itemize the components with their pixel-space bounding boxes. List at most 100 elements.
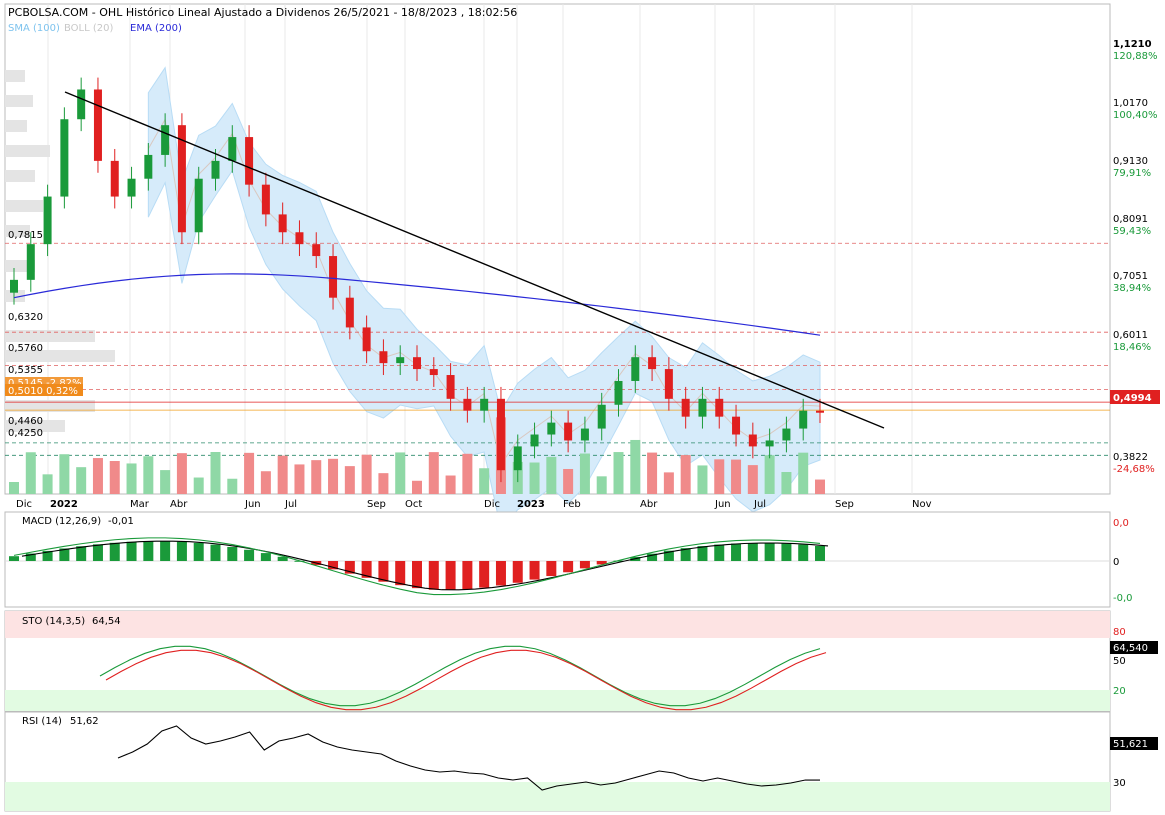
candle-body bbox=[26, 244, 35, 280]
candle-body bbox=[228, 137, 237, 161]
macd-bar bbox=[563, 561, 574, 573]
stock-chart: PCBOLSA.COM - OHL Histórico Lineal Ajust… bbox=[4, 3, 1160, 812]
macd-bar bbox=[176, 541, 187, 561]
macd-bar bbox=[193, 542, 204, 561]
volume-bar bbox=[479, 468, 490, 494]
x-label-dic1: Dic bbox=[16, 499, 32, 510]
price-tick-5: 0,7051 bbox=[1113, 271, 1148, 282]
volume-bar bbox=[328, 458, 339, 494]
price-pct-3: 79,91% bbox=[1113, 168, 1151, 179]
macd-bar bbox=[714, 544, 725, 561]
macd-bar bbox=[798, 544, 809, 561]
candle-body bbox=[765, 440, 774, 447]
price-pct-1: 120,88% bbox=[1113, 51, 1158, 62]
x-label-jun: Jun bbox=[244, 499, 261, 510]
volume-bar bbox=[227, 478, 238, 494]
volume-bar bbox=[277, 455, 288, 494]
rsi-last: 51,621 bbox=[1113, 739, 1148, 750]
volume-bar bbox=[260, 471, 271, 494]
macd-bar bbox=[495, 561, 506, 586]
macd-bar bbox=[412, 561, 422, 589]
volume-bar bbox=[378, 473, 389, 494]
macd-bar bbox=[143, 541, 154, 561]
price-tick-3: 0,9130 bbox=[1113, 156, 1148, 167]
volume-bar bbox=[294, 464, 305, 494]
volume-bar bbox=[344, 466, 355, 494]
volume-bar bbox=[42, 474, 53, 494]
volume-bar bbox=[361, 454, 372, 494]
volume-bar bbox=[663, 472, 674, 494]
sto-last: 64,540 bbox=[1113, 643, 1148, 654]
sto-tick-80: 80 bbox=[1113, 627, 1126, 638]
price-pct-4: 59,43% bbox=[1113, 226, 1151, 237]
last-price: 0,4994 bbox=[1113, 393, 1152, 404]
volume-bar bbox=[647, 452, 658, 494]
x-label-nov: Nov bbox=[912, 499, 932, 510]
candle-body bbox=[446, 375, 455, 399]
candle-body bbox=[345, 297, 354, 328]
candle-body bbox=[732, 416, 741, 435]
macd-panel bbox=[4, 511, 1111, 608]
candle-body bbox=[698, 398, 707, 417]
candle-body bbox=[513, 446, 522, 471]
rsi-tick-30: 30 bbox=[1113, 778, 1126, 789]
volume-profile-bar bbox=[5, 145, 50, 157]
sto-overbought-zone bbox=[5, 611, 1110, 638]
price-tick-1: 1,1210 bbox=[1113, 39, 1152, 50]
candle-body bbox=[161, 125, 170, 155]
macd-bar bbox=[76, 546, 87, 561]
x-label-feb: Feb bbox=[563, 499, 581, 510]
legend-sma: SMA (100) bbox=[8, 23, 60, 34]
volume-bar bbox=[92, 458, 103, 494]
candle-body bbox=[261, 184, 270, 215]
candle-body bbox=[530, 434, 539, 447]
volume-bar bbox=[76, 467, 87, 494]
price-pct-2: 100,40% bbox=[1113, 110, 1158, 121]
x-label-sep2: Sep bbox=[835, 499, 854, 510]
sto-oversold-zone bbox=[5, 690, 1110, 711]
sto-tick-50: 50 bbox=[1113, 656, 1126, 667]
candle-body bbox=[631, 357, 640, 381]
volume-bar bbox=[680, 455, 691, 494]
level-label-3: 0,5760 bbox=[8, 343, 43, 354]
candle-body bbox=[580, 428, 589, 441]
volume-bar bbox=[428, 452, 439, 494]
macd-tick-bot: -0,0 bbox=[1113, 593, 1133, 604]
volume-bar bbox=[143, 456, 154, 494]
x-label-jul: Jul bbox=[284, 499, 297, 510]
macd-bar bbox=[512, 561, 523, 583]
macd-bar bbox=[479, 561, 490, 588]
volume-bar bbox=[613, 452, 624, 494]
candle-body bbox=[312, 244, 321, 257]
macd-label: MACD (12,26,9) bbox=[22, 516, 101, 527]
price-scale: 1,1210 120,88% 1,0170 100,40% 0,9130 79,… bbox=[1110, 39, 1160, 475]
price-pct-7: -24,68% bbox=[1113, 464, 1155, 475]
volume-bar bbox=[445, 475, 456, 494]
volume-bar bbox=[395, 452, 406, 494]
candle-body bbox=[597, 404, 606, 429]
volume-bar bbox=[697, 465, 708, 494]
macd-value: -0,01 bbox=[108, 516, 134, 527]
volume-bar bbox=[109, 461, 120, 494]
volume-bar bbox=[244, 452, 255, 494]
volume-bar bbox=[630, 439, 641, 494]
candle-body bbox=[748, 434, 757, 447]
volume-bar bbox=[126, 463, 137, 494]
level-label-2: 0,6320 bbox=[8, 312, 43, 323]
candle-body bbox=[496, 398, 505, 471]
macd-bar bbox=[9, 556, 19, 561]
volume-bar bbox=[563, 468, 574, 494]
x-label-dic2: Dic bbox=[484, 499, 500, 510]
x-label-jul2: Jul bbox=[753, 499, 766, 510]
candle-body bbox=[144, 154, 153, 179]
macd-bar bbox=[210, 544, 221, 561]
x-label-2022: 2022 bbox=[50, 499, 78, 510]
candle-body bbox=[816, 410, 824, 413]
legend-boll: BOLL (20) bbox=[64, 23, 114, 34]
x-label-abr: Abr bbox=[170, 499, 188, 510]
volume-bar bbox=[59, 454, 70, 494]
macd-bar bbox=[529, 561, 540, 580]
macd-bar bbox=[395, 561, 406, 586]
volume-bar bbox=[714, 459, 725, 494]
candle-body bbox=[648, 357, 657, 370]
